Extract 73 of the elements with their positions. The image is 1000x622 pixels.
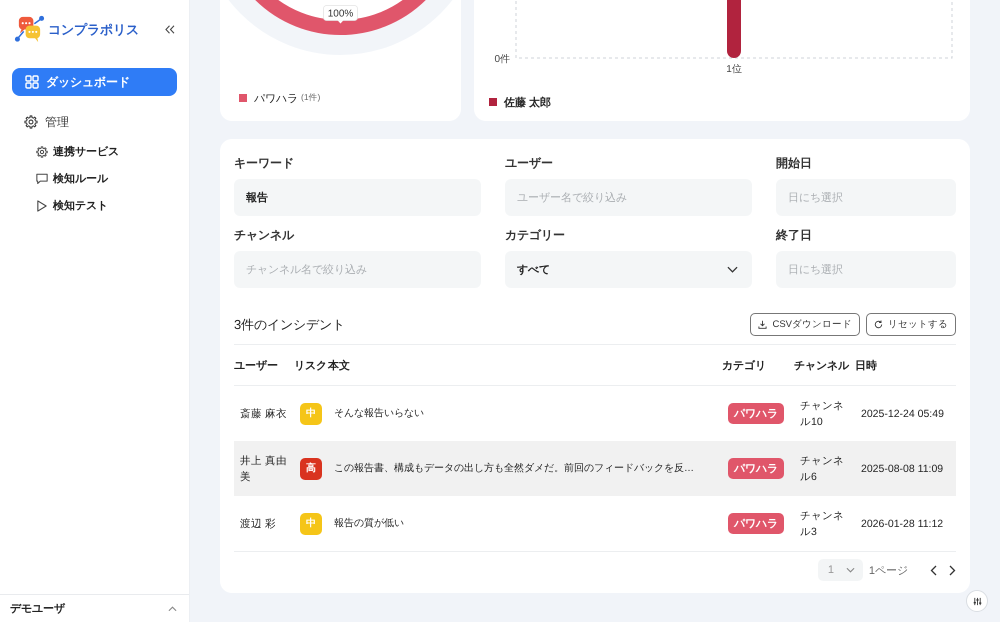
column-header: ユーザー (234, 358, 279, 372)
floating-settings-button[interactable] (966, 590, 988, 612)
field-label: 開始日 (776, 155, 813, 171)
category-tag: パワハラ (728, 458, 784, 479)
input-field[interactable]: チャンネル名で絞り込み (234, 251, 481, 288)
column-header: カテゴリ (722, 358, 767, 372)
refresh-icon (874, 320, 883, 329)
user-name-cell: 渡辺 彩 (240, 518, 276, 530)
field-label: カテゴリー (505, 227, 566, 243)
datetime-cell: 2026-01-28 11:12 (861, 518, 944, 530)
dropdown[interactable]: すべて (505, 251, 752, 288)
legend-label: パワハラ (254, 92, 298, 106)
category-tag: パワハラ (728, 513, 784, 534)
user-name-cell: 斎藤 麻衣 (240, 408, 287, 420)
column-header: 本文 (328, 358, 351, 372)
category-tag: パワハラ (728, 403, 784, 424)
chevron-left-icon[interactable] (930, 564, 937, 576)
gear-icon (24, 115, 38, 129)
action-button[interactable]: リセットする (866, 313, 956, 336)
risk-level-tag: 高 (300, 458, 322, 480)
user-name-cell: 井上 真由美 (240, 454, 287, 482)
double-chevron-left-icon[interactable] (165, 25, 175, 34)
legend-count: (1件) (301, 92, 320, 104)
risk-level-tag: 中 (300, 512, 322, 534)
datetime-cell: 2025-12-24 05:49 (861, 408, 944, 420)
chart-bar (727, 0, 741, 58)
input-field[interactable]: 日にち選択 (776, 179, 956, 216)
grid-icon (25, 75, 39, 89)
action-button[interactable]: CSVダウンロード (750, 313, 860, 336)
app-name: コンプラポリス (48, 20, 139, 38)
chevron-down-icon (727, 266, 738, 273)
nav-subitem[interactable]: 連携サービス (36, 138, 123, 165)
nav-item[interactable]: 管理 (24, 108, 73, 136)
speech-bubbles-logo-icon (14, 15, 45, 44)
download-icon (758, 320, 768, 329)
field-label: キーワード (234, 155, 295, 171)
table-row[interactable]: 斎藤 麻衣 中 そんな報告いらない パワハラ チャンネル10 2025-12-24 05:49 (234, 386, 956, 441)
nav-subitem[interactable]: 検知ルール (36, 165, 112, 192)
message-text: そんな報告いらない (334, 408, 424, 419)
sliders-icon (972, 596, 982, 606)
value-tooltip: 100% (323, 5, 358, 24)
legend-label: 佐藤 太郎 (504, 96, 552, 110)
input-field[interactable]: 報告 (234, 179, 481, 216)
input-field[interactable]: 日にち選択 (776, 251, 956, 288)
field-label: 終了日 (776, 227, 813, 243)
nav-item[interactable]: ダッシュボード (12, 68, 177, 96)
datetime-cell: 2025-08-08 11:09 (861, 462, 944, 474)
table-row[interactable]: 井上 真由美 高 この報告書、構成もデータの出し方も全然ダメだ。前回のフィードバックを反… パワハラ チャンネル6 2025-08-08 11:09 (234, 441, 956, 496)
play-icon (36, 200, 48, 212)
input-field[interactable]: ユーザー名で絞り込み (505, 179, 752, 216)
axis-tick-label: 0件 (494, 54, 510, 65)
column-header: リスク (294, 358, 328, 372)
channel-cell: チャンネル3 (800, 510, 844, 538)
table-row[interactable]: 渡辺 彩 中 報告の質が低い パワハラ チャンネル3 2026-01-28 11:12 (234, 496, 956, 552)
speech-bubble-icon (36, 172, 48, 184)
channel-cell: チャンネル6 (800, 454, 844, 482)
column-header: チャンネル (794, 358, 850, 372)
incident-count-title: 3件のインシデント (234, 316, 346, 334)
user-name: デモユーザ (10, 602, 65, 616)
chevron-up-icon[interactable] (168, 606, 177, 612)
chevron-right-icon[interactable] (949, 564, 956, 576)
axis-category-label: 1位 (726, 64, 742, 75)
message-text: この報告書、構成もデータの出し方も全然ダメだ。前回のフィードバックを反… (334, 463, 694, 474)
nav-subitem[interactable]: 検知テスト (36, 192, 112, 219)
column-header: 日時 (855, 358, 878, 372)
message-text: 報告の質が低い (334, 518, 404, 529)
channel-cell: チャンネル10 (800, 400, 844, 428)
page-count-label: 1ページ (868, 564, 908, 578)
field-label: ユーザー (505, 155, 554, 171)
gear-icon (36, 146, 48, 158)
field-label: チャンネル (234, 227, 296, 243)
chevron-down-icon (846, 567, 855, 573)
risk-level-tag: 中 (300, 402, 322, 424)
